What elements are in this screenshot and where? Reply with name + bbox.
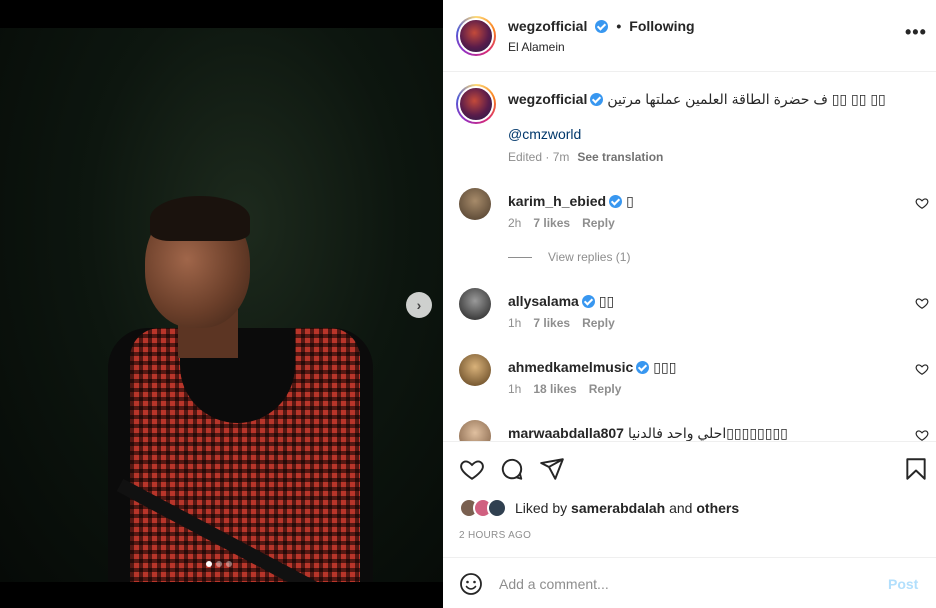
comment-item: ahmedkamelmusic ▯▯▯ 1h 18 likes Reply (443, 354, 936, 418)
post-header: wegzofficial • Following El Alamein ••• (443, 0, 936, 72)
reply-button[interactable]: Reply (582, 316, 615, 330)
view-replies-label: View replies (1) (548, 250, 631, 264)
likes-text: Liked by samerabdalah and others (515, 500, 739, 516)
liker-username[interactable]: samerabdalah (571, 500, 665, 516)
caption-meta: Edited · 7m See translation (508, 150, 663, 164)
header-username[interactable]: wegzofficial (508, 18, 587, 34)
caption: wegzofficial ف حضرة الطاقة العلمين عملتها… (508, 90, 918, 108)
carousel-dot (216, 561, 222, 567)
comment-avatar[interactable] (459, 420, 491, 441)
comment-avatar[interactable] (459, 354, 491, 386)
comment-time: 2h (508, 216, 522, 230)
post-timestamp: 2 HOURS AGO (459, 530, 532, 541)
verified-badge-icon (590, 93, 604, 106)
liker-avatar[interactable] (487, 498, 507, 518)
comment-likes[interactable]: 7 likes (533, 316, 570, 330)
see-translation-link[interactable]: See translation (577, 150, 663, 164)
comments-list[interactable]: wegzofficial ف حضرة الطاقة العلمين عملتها… (443, 72, 936, 442)
post-media: › (0, 0, 443, 608)
share-icon[interactable] (539, 456, 565, 482)
reply-button[interactable]: Reply (589, 382, 622, 396)
heart-icon[interactable] (915, 196, 929, 210)
comment-time: 1h (508, 316, 522, 330)
heart-icon[interactable] (915, 428, 929, 442)
avatar[interactable] (456, 16, 496, 56)
comment-text: ▯ (626, 193, 634, 209)
likes-prefix: Liked by (515, 500, 568, 516)
comment-text: ▯▯ (598, 293, 615, 309)
comment-time: 1h (508, 382, 522, 396)
dot-separator: • (616, 18, 622, 34)
carousel-dot (226, 561, 232, 567)
following-button[interactable]: Following (629, 18, 694, 34)
post-modal: › wegzofficial • Following El Alamein ••… (0, 0, 936, 608)
comment-input[interactable] (499, 571, 859, 597)
heart-icon[interactable] (915, 362, 929, 376)
comment-likes[interactable]: 18 likes (533, 382, 576, 396)
next-arrow-icon[interactable]: › (406, 292, 432, 318)
add-comment-bar: Post (443, 557, 936, 608)
location-link[interactable]: El Alamein (508, 40, 565, 54)
caption-avatar[interactable] (456, 84, 496, 124)
heart-icon[interactable] (459, 456, 485, 482)
comment-icon[interactable] (499, 456, 525, 482)
post-photo (0, 28, 443, 582)
comment-text: احلي واحد فالدنيا▯▯▯▯▯▯▯▯ (627, 425, 788, 441)
verified-badge-icon (581, 295, 595, 308)
likes-summary: Liked by samerabdalah and others (459, 498, 739, 518)
comment-username[interactable]: karim_h_ebied (508, 193, 606, 209)
verified-badge-icon (636, 361, 650, 374)
comment-avatar[interactable] (459, 188, 491, 220)
post-side-panel: wegzofficial • Following El Alamein ••• … (443, 0, 936, 608)
action-bar (443, 450, 936, 490)
post-button[interactable]: Post (888, 576, 918, 592)
mention-link[interactable]: @cmzworld (508, 126, 581, 142)
verified-badge-icon (595, 19, 609, 33)
more-options-icon[interactable]: ••• (905, 22, 927, 43)
caption-text: ف حضرة الطاقة العلمين عملتها مرتين ▯▯ ▯▯… (607, 91, 886, 107)
likes-and: and (669, 500, 693, 516)
comment-username[interactable]: allysalama (508, 293, 579, 309)
comment-avatar[interactable] (459, 288, 491, 320)
carousel-dot (206, 561, 212, 567)
bookmark-icon[interactable] (903, 456, 929, 482)
comment-item: karim_h_ebied ▯ 2h 7 likes Reply (443, 188, 936, 252)
comment-username[interactable]: marwaabdalla807 (508, 425, 624, 441)
comment-username[interactable]: ahmedkamelmusic (508, 359, 633, 375)
view-replies-button[interactable]: View replies (1) (508, 250, 630, 264)
carousel-dots (206, 561, 232, 567)
comment-text: ▯▯▯ (653, 359, 677, 375)
comment-item: marwaabdalla807 احلي واحد فالدنيا▯▯▯▯▯▯▯▯ (443, 420, 936, 442)
verified-badge-icon (609, 195, 623, 208)
caption-username[interactable]: wegzofficial (508, 91, 587, 107)
caption-time: Edited · 7m (508, 150, 570, 164)
comment-likes[interactable]: 7 likes (533, 216, 570, 230)
reply-button[interactable]: Reply (582, 216, 615, 230)
heart-icon[interactable] (915, 296, 929, 310)
emoji-icon[interactable] (459, 572, 483, 596)
likes-others-link[interactable]: others (696, 500, 739, 516)
comment-item: allysalama ▯▯ 1h 7 likes Reply (443, 288, 936, 352)
